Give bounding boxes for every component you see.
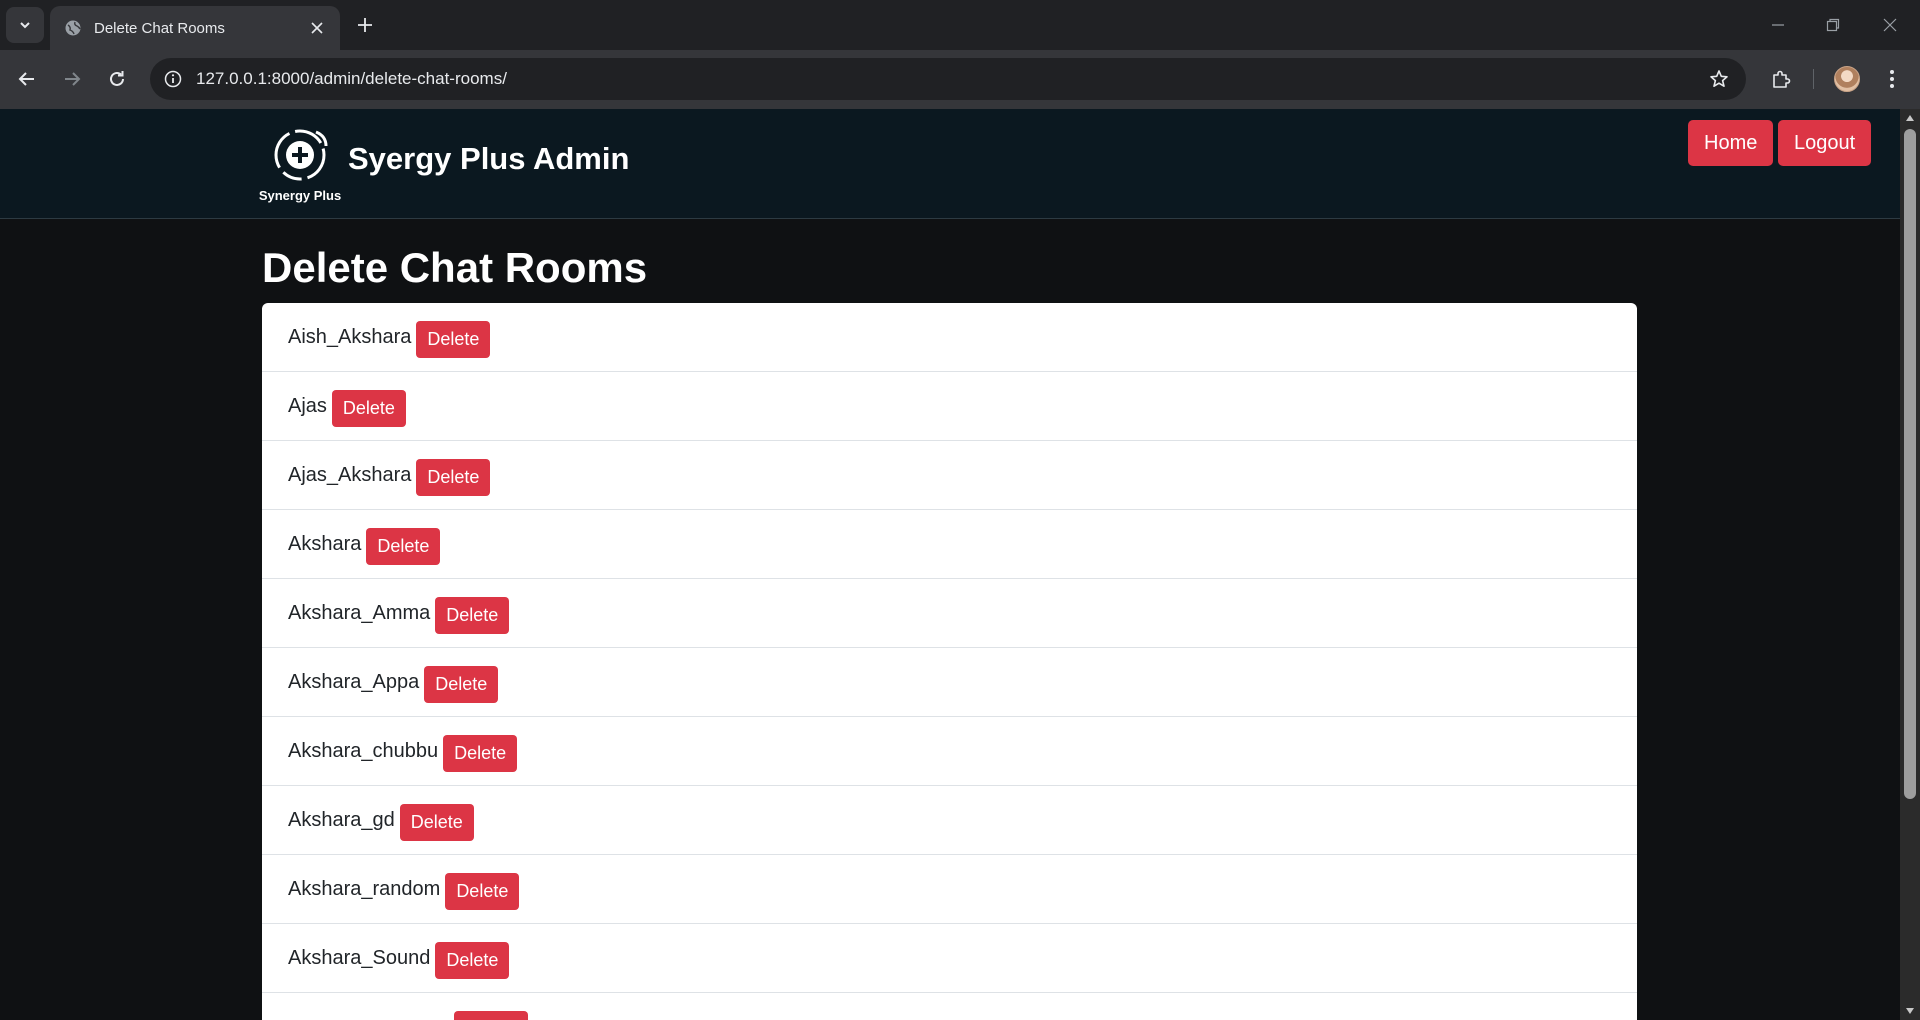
delete-button[interactable]: Delete <box>424 665 499 703</box>
page-viewport: Synergy Plus Syergy Plus Admin Home Logo… <box>0 109 1920 1020</box>
home-button[interactable]: Home <box>1688 120 1774 166</box>
tab-close-button[interactable] <box>306 17 328 39</box>
reload-icon <box>110 71 124 86</box>
list-item: Akshara Delete <box>262 510 1637 579</box>
delete-button[interactable]: Delete <box>435 596 510 634</box>
star-icon <box>1710 70 1728 87</box>
tab-title: Delete Chat Rooms <box>94 19 225 37</box>
minimize-icon <box>1772 24 1784 26</box>
list-item: Akshara_chubbu Delete <box>262 717 1637 786</box>
avatar <box>1834 66 1860 92</box>
restore-icon <box>1826 18 1840 32</box>
logo-caption: Synergy Plus <box>258 188 342 203</box>
site-title: Syergy Plus Admin <box>348 141 630 176</box>
puzzle-icon <box>1773 70 1791 88</box>
room-name: Akshara_random <box>288 877 441 900</box>
bookmark-button[interactable] <box>1702 62 1736 96</box>
scroll-down-button[interactable] <box>1900 1002 1920 1020</box>
address-bar[interactable]: 127.0.0.1:8000/admin/delete-chat-rooms/ <box>150 58 1746 100</box>
list-item: Akshara_Appa Delete <box>262 648 1637 717</box>
delete-button[interactable]: Delete <box>416 320 491 358</box>
delete-button[interactable]: Delete <box>399 803 474 841</box>
site-logo[interactable]: Synergy Plus <box>256 122 344 210</box>
medical-plus-logo-icon <box>274 129 328 181</box>
chat-room-list: Aish_Akshara Delete Ajas Delete Ajas_Akshara… <box>262 303 1637 1020</box>
forward-button[interactable] <box>55 62 89 96</box>
room-name: Akshara_Appa <box>288 670 420 693</box>
info-icon <box>164 70 182 88</box>
triangle-up-icon <box>1906 115 1914 121</box>
close-icon <box>311 22 323 34</box>
delete-button[interactable]: Delete <box>416 458 491 496</box>
browser-tab[interactable]: Delete Chat Rooms <box>50 6 340 50</box>
page-title: Delete Chat Rooms <box>262 244 648 291</box>
more-vertical-icon <box>1890 70 1894 88</box>
room-name: Ajas_Akshara <box>288 463 412 486</box>
back-button[interactable] <box>10 62 44 96</box>
room-name: Akshara_Amma <box>288 601 431 624</box>
room-name: Akshara_chubbu <box>288 739 439 762</box>
arrow-right-icon <box>65 72 81 86</box>
profile-button[interactable] <box>1830 62 1864 96</box>
site-header: Synergy Plus Syergy Plus Admin Home Logo… <box>0 109 1900 219</box>
room-name: Aish_Akshara <box>288 325 412 348</box>
extensions-button[interactable] <box>1764 62 1798 96</box>
url-text[interactable]: 127.0.0.1:8000/admin/delete-chat-rooms/ <box>196 69 1702 89</box>
site-info-button[interactable] <box>158 64 188 94</box>
browser-toolbar: 127.0.0.1:8000/admin/delete-chat-rooms/ <box>0 50 1920 109</box>
chevron-down-icon <box>20 22 30 29</box>
triangle-down-icon <box>1906 1008 1914 1014</box>
toolbar-separator <box>1813 69 1814 89</box>
minimize-button[interactable] <box>1758 8 1798 42</box>
scroll-up-button[interactable] <box>1900 109 1920 127</box>
delete-button[interactable]: Delete <box>331 389 406 427</box>
list-item: Aish_Akshara Delete <box>262 303 1637 372</box>
close-icon <box>1883 18 1897 32</box>
delete-button[interactable]: Delete <box>454 1010 529 1020</box>
delete-button[interactable]: Delete <box>435 941 510 979</box>
delete-button[interactable]: Delete <box>443 734 518 772</box>
room-name: Akshara <box>288 532 362 555</box>
browser-menu-button[interactable] <box>1875 62 1909 96</box>
list-item: Akshara_Sound Delete <box>262 924 1637 993</box>
list-item: Delete <box>262 993 1637 1020</box>
restore-button[interactable] <box>1813 8 1853 42</box>
reload-button[interactable] <box>100 62 134 96</box>
list-item: Ajas_Akshara Delete <box>262 441 1637 510</box>
room-name: Ajas <box>288 394 327 417</box>
room-name: Akshara_Sound <box>288 946 431 969</box>
new-tab-button[interactable] <box>350 10 380 40</box>
delete-button[interactable]: Delete <box>366 527 441 565</box>
plus-icon <box>358 18 372 32</box>
globe-icon <box>65 20 81 36</box>
logout-button[interactable]: Logout <box>1778 120 1872 166</box>
list-item: Akshara_gd Delete <box>262 786 1637 855</box>
list-item: Ajas Delete <box>262 372 1637 441</box>
room-name: Akshara_gd <box>288 808 395 831</box>
page-scrollbar[interactable] <box>1900 109 1920 1020</box>
scroll-thumb[interactable] <box>1904 129 1916 799</box>
delete-button[interactable]: Delete <box>445 872 520 910</box>
close-window-button[interactable] <box>1870 8 1910 42</box>
tab-search-button[interactable] <box>6 7 44 43</box>
browser-tabstrip: Delete Chat Rooms <box>0 0 1920 50</box>
list-item: Akshara_random Delete <box>262 855 1637 924</box>
list-item: Akshara_Amma Delete <box>262 579 1637 648</box>
arrow-left-icon <box>18 72 34 86</box>
